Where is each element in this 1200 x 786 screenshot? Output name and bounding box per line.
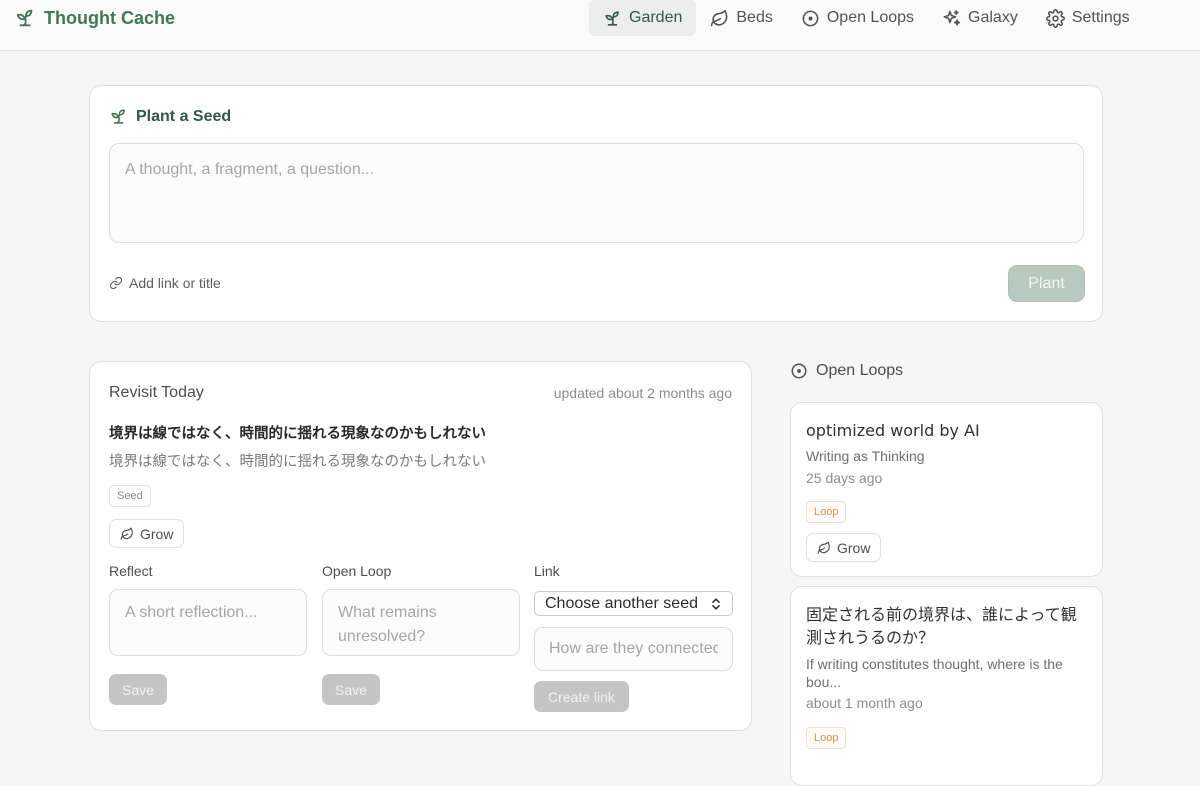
revisit-seed-body: 境界は線ではなく、時間的に揺れる現象なのかもしれない	[109, 454, 486, 470]
nav-settings-label: Settings	[1071, 9, 1130, 26]
grow-button[interactable]: Grow	[109, 519, 185, 548]
seed-tag: Seed	[109, 485, 151, 507]
nav-settings[interactable]: Settings	[1032, 0, 1144, 36]
revisit-seed-heading[interactable]: 境界は線ではなく、時間的に揺れる現象なのかもしれない	[109, 422, 486, 443]
loop-tag: Loop	[806, 727, 847, 749]
chevron-up-down-icon	[712, 597, 720, 610]
circle-dot-icon	[802, 10, 819, 26]
sprout-icon	[111, 109, 125, 124]
plant-seed-header: Plant a Seed	[109, 107, 231, 126]
seed-select[interactable]: Choose another seed	[534, 591, 733, 616]
nav-beds-label: Beds	[736, 9, 773, 26]
plant-button[interactable]: Plant	[1008, 265, 1085, 302]
seed-select-value: Choose another seed	[545, 594, 698, 612]
grow-label: Grow	[837, 539, 871, 556]
loop-subtitle: Writing as Thinking	[806, 448, 925, 464]
leaf-icon	[120, 527, 133, 540]
plant-seed-card: Plant a Seed Add link or title Plant	[89, 85, 1103, 322]
revisit-title: Revisit Today	[109, 384, 204, 401]
open-loops-header: Open Loops	[790, 362, 903, 380]
open-loops-title: Open Loops	[816, 362, 904, 379]
open-loop-input[interactable]	[322, 589, 520, 656]
grow-label: Grow	[140, 525, 174, 542]
reflect-label: Reflect	[109, 563, 153, 579]
revisit-updated: updated about 2 months ago	[553, 385, 732, 401]
sprout-icon	[605, 10, 619, 26]
open-loop-label: Open Loop	[322, 563, 392, 579]
reflect-save-button[interactable]: Save	[109, 674, 167, 705]
app-name: Thought Cache	[44, 7, 175, 28]
nav-garden[interactable]: Garden	[589, 0, 697, 36]
nav-galaxy-label: Galaxy	[968, 9, 1018, 26]
loop-time: about 1 month ago	[806, 695, 923, 711]
sprout-icon	[16, 9, 33, 27]
loop-title: 固定される前の境界は、誰によって観測されうるのか？	[806, 605, 1077, 647]
gear-icon	[1045, 8, 1065, 28]
loop-time: 25 days ago	[806, 470, 883, 486]
create-link-button[interactable]: Create link	[534, 681, 629, 712]
reflect-input[interactable]	[109, 589, 307, 656]
revisit-today-card: Revisit Today updated about 2 months ago…	[89, 361, 752, 731]
link-description-input[interactable]	[534, 627, 733, 671]
seed-input[interactable]	[109, 143, 1084, 243]
loop-subtitle: If writing constitutes thought, where is…	[806, 656, 1063, 690]
sparkles-icon	[943, 9, 961, 26]
grow-button[interactable]: Grow	[806, 533, 882, 562]
nav-beds[interactable]: Beds	[696, 0, 786, 36]
nav-open-loops[interactable]: Open Loops	[787, 0, 928, 36]
nav-open-loops-label: Open Loops	[826, 9, 915, 26]
loop-title: optimized world by AI	[806, 421, 980, 440]
main-nav: Garden Beds Open Loops Galaxy Settings	[589, 0, 1144, 36]
leaf-icon	[711, 9, 728, 26]
nav-galaxy[interactable]: Galaxy	[928, 0, 1032, 36]
link-icon	[109, 276, 123, 290]
loop-tag: Loop	[806, 501, 847, 523]
plant-seed-title: Plant a Seed	[136, 107, 232, 125]
open-loop-card[interactable]: optimized world by AI Writing as Thinkin…	[790, 402, 1103, 577]
open-loop-card[interactable]: 固定される前の境界は、誰によって観測されうるのか？ If writing con…	[790, 586, 1103, 786]
nav-garden-label: Garden	[629, 9, 683, 26]
circle-dot-icon	[791, 363, 807, 379]
top-bar: Thought Cache Garden Beds Open Loops Gal…	[0, 0, 1200, 51]
app-brand[interactable]: Thought Cache	[14, 6, 175, 30]
open-loop-save-button[interactable]: Save	[322, 674, 380, 705]
add-link-button[interactable]: Add link or title	[109, 275, 221, 291]
link-label: Link	[534, 563, 560, 579]
leaf-icon	[817, 541, 830, 554]
add-link-label: Add link or title	[129, 275, 221, 291]
